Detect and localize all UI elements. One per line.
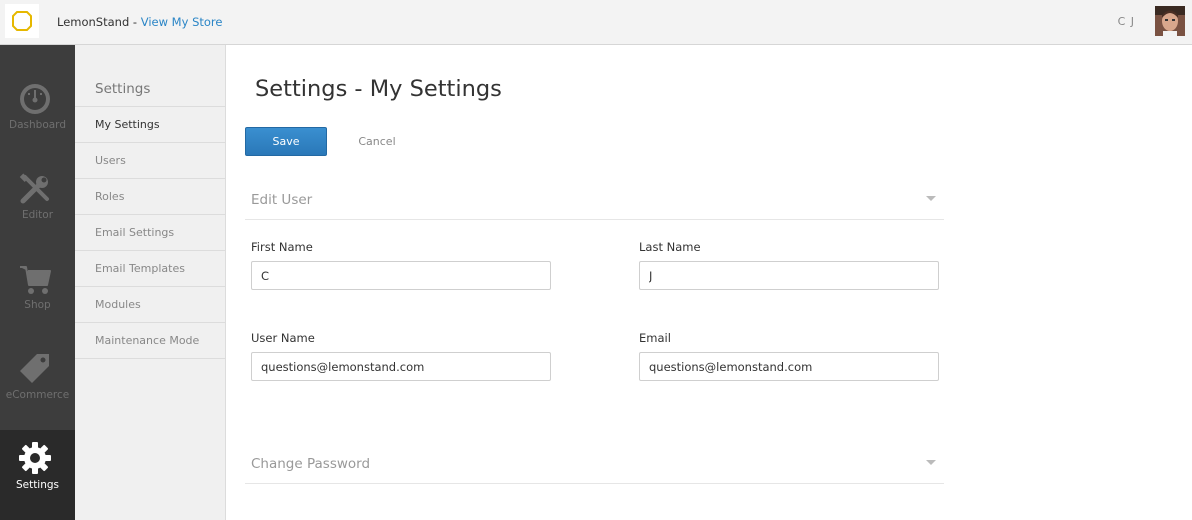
view-store-link[interactable]: View My Store [141,15,223,29]
subnav-item-users[interactable]: Users [75,143,225,179]
first-name-input[interactable] [251,261,551,290]
tools-icon [19,173,49,204]
change-password-section-header[interactable]: Change Password [245,446,944,484]
subnav-item-modules[interactable]: Modules [75,287,225,323]
username-input[interactable] [251,352,551,381]
nav-label-dashboard: Dashboard [9,119,66,131]
lemonstand-logo-icon[interactable] [5,4,39,38]
nav-item-editor[interactable]: Editor [0,163,75,253]
chevron-down-icon [926,460,936,465]
edit-user-title: Edit User [251,192,313,208]
last-name-input[interactable] [639,261,939,290]
top-bar: LemonStand - View My Store C J [0,0,1192,45]
nav-label-editor: Editor [21,209,54,221]
subnav-item-maintenance-mode[interactable]: Maintenance Mode [75,323,225,359]
subnav-item-roles[interactable]: Roles [75,179,225,215]
avatar[interactable] [1155,6,1185,36]
brand: LemonStand - View My Store [57,15,222,29]
cancel-button[interactable]: Cancel [349,127,405,156]
user-initials[interactable]: C J [1118,15,1135,28]
dashboard-gauge-icon [20,84,50,114]
last-name-label: Last Name [639,240,701,254]
change-password-title: Change Password [251,456,371,472]
subnav-item-email-settings[interactable]: Email Settings [75,215,225,251]
tag-icon [20,354,49,383]
nav-label-shop: Shop [24,299,51,311]
email-label: Email [639,331,671,345]
nav-item-settings[interactable]: Settings [0,430,75,520]
nav-item-dashboard[interactable]: Dashboard [0,73,75,163]
nav-item-ecommerce[interactable]: eCommerce [0,343,75,433]
brand-name: LemonStand [57,15,130,29]
nav-item-shop[interactable]: Shop [0,253,75,343]
page-title: Settings - My Settings [255,76,502,102]
subnav-item-my-settings[interactable]: My Settings [75,107,225,143]
gear-icon [19,442,51,474]
email-input[interactable] [639,352,939,381]
username-label: User Name [251,331,315,345]
subnav-list: My Settings Users Roles Email Settings E… [75,106,225,359]
brand-separator: - [129,15,141,29]
save-button[interactable]: Save [245,127,327,156]
edit-user-section-header[interactable]: Edit User [245,182,944,220]
first-name-label: First Name [251,240,313,254]
subnav-item-email-templates[interactable]: Email Templates [75,251,225,287]
nav-label-ecommerce: eCommerce [5,389,70,401]
cart-icon [20,266,51,294]
settings-subnav: Settings My Settings Users Roles Email S… [75,45,226,520]
subnav-title: Settings [95,81,151,97]
nav-label-settings: Settings [15,479,60,491]
main-nav: Dashboard Editor Shop eCommerce Settings [0,45,75,520]
chevron-down-icon [926,196,936,201]
